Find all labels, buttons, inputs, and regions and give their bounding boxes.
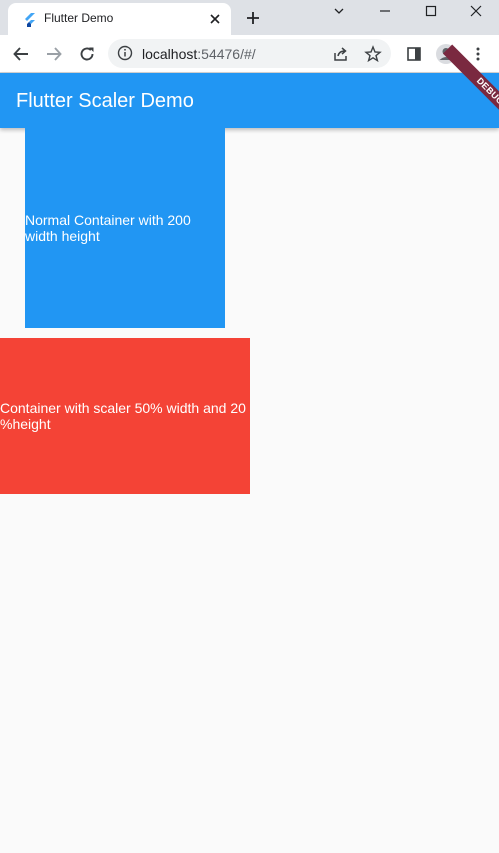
kebab-menu-icon[interactable] bbox=[466, 42, 490, 66]
maximize-icon[interactable] bbox=[408, 0, 454, 22]
profile-icon[interactable] bbox=[434, 42, 458, 66]
star-icon[interactable] bbox=[364, 45, 382, 63]
forward-arrow-icon[interactable] bbox=[42, 42, 66, 66]
minimize-icon[interactable] bbox=[362, 0, 408, 22]
info-icon[interactable] bbox=[117, 45, 133, 61]
chevron-down-icon[interactable] bbox=[316, 0, 362, 22]
share-icon[interactable] bbox=[332, 45, 350, 63]
window-close-icon[interactable] bbox=[453, 0, 499, 22]
normal-container-label: Normal Container with 200 width height bbox=[25, 212, 191, 244]
browser-tab[interactable]: Flutter Demo bbox=[8, 3, 231, 35]
reload-icon[interactable] bbox=[75, 42, 99, 66]
tab-title: Flutter Demo bbox=[44, 11, 114, 25]
browser-toolbar: localhost:54476/#/ bbox=[0, 35, 499, 73]
url-path: :54476/#/ bbox=[197, 46, 256, 62]
flutter-logo-icon bbox=[22, 12, 38, 28]
url-text[interactable]: localhost:54476/#/ bbox=[142, 46, 256, 62]
scaler-container: Container with scaler 50% width and 20 %… bbox=[0, 338, 250, 494]
normal-container: Normal Container with 200 width height bbox=[25, 128, 225, 328]
url-host: localhost bbox=[142, 46, 198, 62]
back-arrow-icon[interactable] bbox=[9, 42, 33, 66]
plus-icon[interactable] bbox=[244, 9, 262, 27]
page-title: Flutter Scaler Demo bbox=[16, 90, 194, 112]
tab-strip: Flutter Demo bbox=[0, 0, 499, 35]
address-bar[interactable]: localhost:54476/#/ bbox=[108, 39, 391, 68]
side-panel-icon[interactable] bbox=[402, 42, 426, 66]
app-bar: Flutter Scaler Demo bbox=[0, 73, 499, 128]
scaler-container-label: Container with scaler 50% width and 20 %… bbox=[0, 400, 246, 432]
close-icon[interactable] bbox=[207, 11, 223, 27]
